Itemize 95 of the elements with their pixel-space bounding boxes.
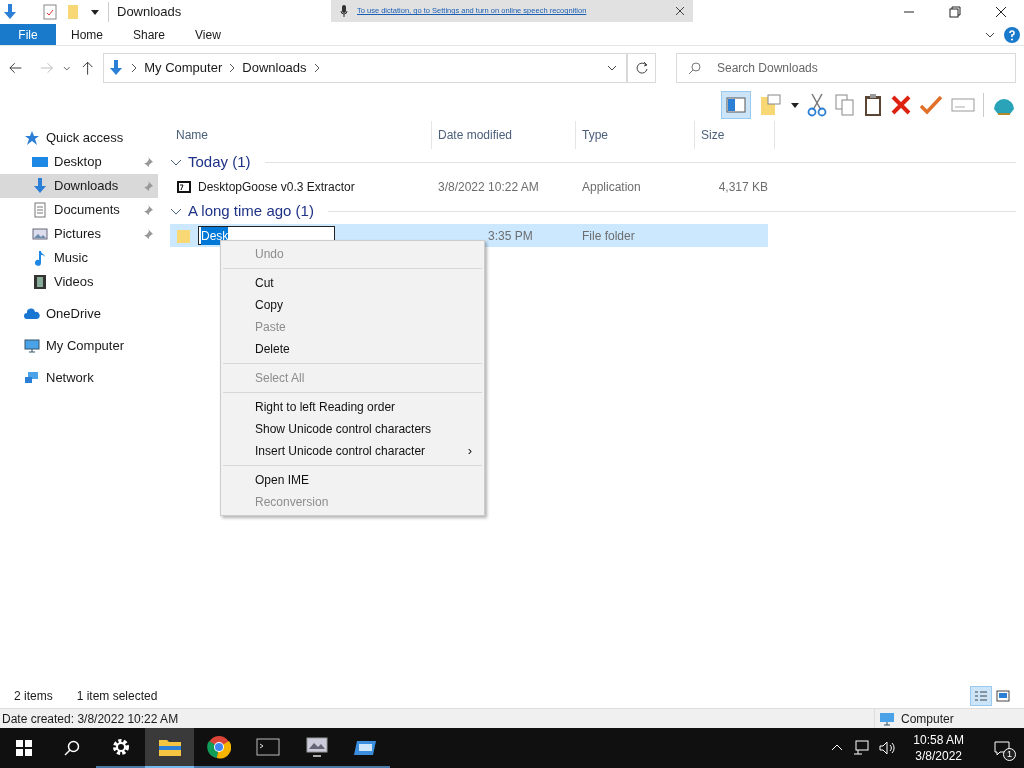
menu-item[interactable]: Insert Unicode control character ›	[221, 440, 484, 462]
archive-icon	[176, 178, 192, 195]
thumbnail-icon[interactable]	[996, 690, 1010, 702]
download-arrow-icon	[32, 178, 48, 194]
sidebar-item[interactable]: Pictures	[0, 222, 158, 246]
help-icon[interactable]	[1004, 26, 1020, 43]
ribbon-tab[interactable]: File	[0, 24, 56, 45]
menu-item[interactable]: Copy	[221, 294, 484, 316]
sidebar-item[interactable]: Documents	[0, 198, 158, 222]
notification-icon	[994, 740, 1010, 756]
sidebar-item[interactable]: Desktop	[0, 150, 158, 174]
notification-badge: 1	[1003, 748, 1016, 761]
date-cell-text: 3/8/2022 10:22 AM	[437, 178, 540, 196]
sidebar-item[interactable]: OneDrive	[0, 302, 158, 326]
browser-logo-icon	[206, 735, 231, 759]
menu-item[interactable]: Right to left Reading order	[221, 396, 484, 418]
group-heading[interactable]: Today (1)	[188, 150, 251, 174]
file-name: DesktopGoose v0.3 Extractor	[198, 178, 355, 196]
sidebar-item[interactable]: My Computer	[0, 334, 158, 358]
location-label: Computer	[901, 710, 954, 728]
column-header[interactable]: Size	[695, 121, 775, 149]
document-icon	[32, 202, 48, 218]
speaker-icon[interactable]	[879, 740, 896, 756]
cloud-icon	[24, 306, 40, 322]
type-cell-text: File folder	[581, 227, 636, 245]
notification-button[interactable]: 1	[980, 728, 1024, 768]
gear-icon	[110, 737, 131, 757]
chevron-right-icon	[228, 62, 237, 73]
selection-count: 1 item selected	[76, 688, 158, 705]
column-header[interactable]: Type	[576, 121, 695, 149]
list-icon	[974, 690, 988, 702]
checklist-icon[interactable]	[42, 4, 58, 20]
type-cell-text: Application	[581, 178, 642, 196]
folder-icon	[157, 737, 182, 757]
picture-icon	[32, 226, 48, 242]
sidebar-item[interactable]: Music	[0, 246, 158, 270]
scissors-icon[interactable]	[807, 93, 827, 117]
refresh-icon	[634, 60, 649, 75]
desktop-icon	[32, 154, 48, 170]
taskbar-app[interactable]	[145, 728, 194, 768]
ribbon-tab[interactable]: View	[180, 24, 236, 45]
file-row[interactable]: DesktopGoose v0.3 Extractor 3/8/2022 10:22 AM Application 4,317 KB	[170, 175, 768, 198]
checkmark-icon[interactable]	[919, 95, 943, 115]
chevron-right-icon	[312, 62, 321, 73]
date-cell-text: 3:35 PM	[487, 227, 534, 245]
search-field[interactable]: Search Downloads	[676, 52, 1016, 83]
column-header[interactable]: Date modified	[432, 121, 576, 149]
download-arrow-icon[interactable]	[2, 4, 18, 20]
menu-item[interactable]: Cut	[221, 272, 484, 294]
size-cell-text: 4,317 KB	[717, 178, 768, 196]
download-arrow-icon	[108, 59, 125, 76]
breadcrumb[interactable]: Downloads	[242, 57, 307, 78]
details-text: Date created: 3/8/2022 10:22 AM	[1, 710, 180, 728]
column-header[interactable]: Name	[170, 121, 432, 149]
menu-item[interactable]: Delete	[221, 338, 484, 360]
terminal-icon	[255, 737, 280, 757]
up-arrow-icon[interactable]	[80, 59, 96, 76]
clock[interactable]: 10:58 AM 3/8/2022	[905, 732, 972, 764]
close-icon	[995, 6, 1007, 18]
star-icon	[24, 130, 40, 146]
ribbon-tab[interactable]: Share	[118, 24, 181, 45]
breadcrumb[interactable]: My Computer	[144, 57, 223, 78]
group-heading[interactable]: A long time ago (1)	[188, 199, 314, 223]
ribbon-tab[interactable]: Home	[56, 24, 118, 45]
preview-pane-button[interactable]	[721, 91, 751, 119]
monitor-icon	[24, 338, 40, 354]
monitor-icon	[879, 710, 895, 727]
address-bar[interactable]: My Computer Downloads	[103, 52, 628, 83]
windows-logo-icon	[16, 740, 32, 756]
menu-item[interactable]: Open IME	[221, 469, 484, 491]
window-title: Downloads	[108, 2, 182, 22]
clipboard-icon[interactable]	[863, 93, 883, 117]
delete-icon[interactable]	[891, 95, 911, 115]
search-icon	[688, 60, 702, 75]
sidebar-item[interactable]: Network	[0, 366, 158, 390]
refresh-button[interactable]	[627, 52, 656, 83]
monitor-icon	[304, 735, 329, 759]
pane-icon	[726, 97, 746, 113]
network-icon	[24, 370, 40, 386]
music-note-icon	[32, 250, 48, 266]
item-count: 2 items	[14, 688, 53, 705]
search-icon	[64, 740, 80, 756]
restore-icon	[949, 6, 961, 18]
dropdown-icon[interactable]	[90, 7, 100, 17]
close-icon[interactable]	[675, 6, 685, 16]
sidebar-item[interactable]: Videos	[0, 270, 158, 294]
dropdown-icon[interactable]	[791, 101, 799, 109]
menu-item[interactable]: Show Unicode control characters	[221, 418, 484, 440]
sidebar-item[interactable]: Downloads	[0, 174, 158, 198]
film-icon	[32, 274, 48, 290]
chevron-right-icon	[130, 62, 139, 73]
microphone-icon	[339, 5, 349, 17]
sidebar-item[interactable]: Quick access	[0, 126, 158, 150]
folder-icon	[176, 227, 192, 244]
network-icon[interactable]	[853, 740, 870, 756]
